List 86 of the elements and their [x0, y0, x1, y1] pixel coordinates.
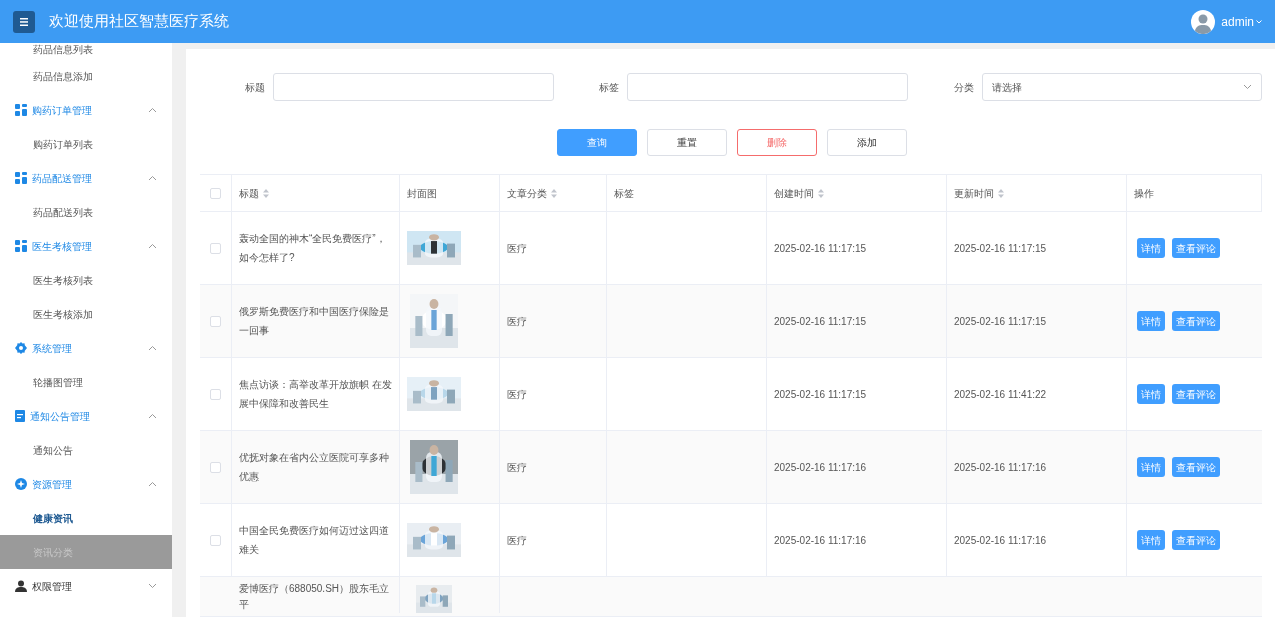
sidebar-group[interactable]: 系统管理	[0, 331, 172, 365]
chevron-down-icon	[1243, 84, 1252, 90]
sidebar-group[interactable]: 资源管理	[0, 467, 172, 501]
table-cell-text: 医疗	[507, 241, 527, 256]
row-action-button[interactable]: 查看评论	[1172, 238, 1220, 258]
table-cell-text: 爱博医疗（688050.SH）股东毛立平	[239, 582, 391, 612]
row-action-button[interactable]: 详情	[1137, 311, 1165, 331]
row-action-button[interactable]: 查看评论	[1172, 311, 1220, 331]
table-cell-text: 2025-02-16 11:17:16	[954, 533, 1047, 548]
column-header: 标签	[614, 186, 634, 201]
table-cell-text: 优抚对象在省内公立医院可享多种优惠	[239, 451, 390, 484]
row-action-button[interactable]: 详情	[1137, 238, 1165, 258]
sidebar-group[interactable]: 权限管理	[0, 569, 172, 603]
checkbox[interactable]	[210, 388, 221, 400]
chevron-up-icon	[148, 243, 157, 249]
column-header: 封面图	[407, 186, 437, 201]
sort-icon[interactable]	[263, 188, 269, 198]
table-cell-text: 医疗	[507, 387, 527, 402]
select-field[interactable]: 请选择	[982, 73, 1262, 101]
checkbox[interactable]	[210, 315, 221, 327]
sidebar-group[interactable]: 药品配送管理	[0, 161, 172, 195]
field-label: 标签	[599, 80, 619, 95]
chevron-up-icon	[148, 345, 157, 351]
grid-icon	[15, 172, 27, 184]
table-cell-text: 2025-02-16 11:17:16	[954, 460, 1047, 475]
sidebar-group[interactable]: 通知公告管理	[0, 399, 172, 433]
app-title: 欢迎使用社区智慧医疗系统	[49, 11, 229, 32]
column-header: 操作	[1134, 186, 1154, 201]
row-action-button[interactable]: 详情	[1137, 457, 1165, 477]
sort-icon[interactable]	[998, 188, 1004, 198]
checkbox[interactable]	[210, 461, 221, 473]
sort-icon[interactable]	[551, 188, 557, 198]
grid-icon	[15, 104, 27, 116]
table-cell-text: 2025-02-16 11:41:22	[954, 387, 1047, 402]
sidebar-group[interactable]: 医生考核管理	[0, 229, 172, 263]
checkbox[interactable]	[210, 187, 221, 199]
chevron-down-icon	[148, 583, 157, 589]
checkbox[interactable]	[210, 242, 221, 254]
menu-icon	[20, 17, 28, 26]
field-label: 分类	[954, 80, 974, 95]
chevron-up-icon	[148, 107, 157, 113]
avatar	[1191, 9, 1216, 34]
gear-icon	[15, 342, 27, 354]
table-cell-text: 中国全民免费医疗如何迈过这四道难关	[239, 524, 390, 557]
table-cell-text: 医疗	[507, 460, 527, 475]
action-button[interactable]: 删除	[737, 129, 817, 156]
table-cell-text: 轰动全国的神木“全民免费医疗”，如今怎样了?	[239, 232, 387, 265]
table-cell-text: 医疗	[507, 314, 527, 329]
table-cell-text: 俄罗斯免费医疗和中国医疗保险是一回事	[239, 305, 390, 338]
table-cell-text: 2025-02-16 11:17:15	[954, 241, 1047, 256]
column-header[interactable]: 文章分类	[507, 185, 557, 201]
user-icon	[15, 580, 27, 592]
table-cell-text: 2025-02-16 11:17:15	[774, 314, 867, 329]
table-cell-text: 焦点访谈：高举改革开放旗帜 在发展中保障和改善民生	[239, 378, 392, 411]
action-button[interactable]: 重置	[647, 129, 727, 156]
caret-icon	[1256, 19, 1262, 24]
row-action-button[interactable]: 详情	[1137, 384, 1165, 404]
sidebar-group[interactable]: 购药订单管理	[0, 93, 172, 127]
chevron-up-icon	[148, 413, 157, 419]
row-action-button[interactable]: 查看评论	[1172, 457, 1220, 477]
table-cell-text: 2025-02-16 11:17:16	[774, 460, 867, 475]
action-button[interactable]: 查询	[557, 129, 637, 156]
field-label: 标题	[245, 80, 265, 95]
menu-button[interactable]	[13, 10, 35, 33]
chevron-up-icon	[148, 481, 157, 487]
chevron-up-icon	[148, 175, 157, 181]
grid-icon	[15, 240, 27, 252]
user-menu[interactable]: admin	[1221, 12, 1262, 31]
table-cell-text: 2025-02-16 11:17:15	[954, 314, 1047, 329]
column-header[interactable]: 标题	[239, 185, 269, 201]
table-cell-text: 2025-02-16 11:17:15	[774, 241, 867, 256]
row-action-button[interactable]: 详情	[1137, 530, 1165, 550]
document-icon	[15, 410, 25, 422]
column-header[interactable]: 创建时间	[774, 185, 824, 201]
table-cell-text: 2025-02-16 11:17:16	[774, 533, 867, 548]
checkbox[interactable]	[210, 534, 221, 546]
sort-icon[interactable]	[818, 188, 824, 198]
action-button[interactable]: 添加	[827, 129, 907, 156]
table-cell-text: 2025-02-16 11:17:15	[774, 387, 867, 402]
input-field[interactable]	[273, 73, 554, 101]
input-field[interactable]	[627, 73, 908, 101]
table-cell-text: 医疗	[507, 533, 527, 548]
star-icon	[15, 478, 27, 490]
column-header[interactable]: 更新时间	[954, 185, 1004, 201]
row-action-button[interactable]: 查看评论	[1172, 384, 1220, 404]
row-action-button[interactable]: 查看评论	[1172, 530, 1220, 550]
